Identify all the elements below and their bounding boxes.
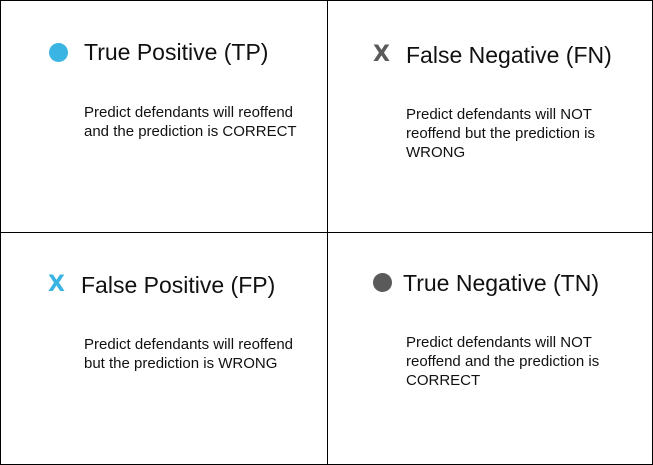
cell-title: False Negative (FN) — [406, 42, 612, 68]
circle-icon — [49, 43, 68, 62]
cell-description: Predict defendants will reoffend but the… — [84, 336, 294, 372]
cell-title: True Positive (TP) — [84, 39, 269, 65]
cell-true-negative: True Negative (TN) Predict defendants wi… — [328, 233, 653, 465]
cell-description: Predict defendants will NOT reoffend but… — [406, 106, 596, 161]
cell-false-positive: X False Positive (FP) Predict defendants… — [0, 233, 327, 465]
cell-true-positive: True Positive (TP) Predict defendants wi… — [0, 0, 327, 232]
x-icon: X — [373, 42, 390, 67]
x-icon: X — [48, 272, 65, 297]
cell-description: Predict defendants will NOT reoffend and… — [406, 334, 600, 389]
cell-title: True Negative (TN) — [403, 270, 599, 296]
cell-description: Predict defendants will reoffend and the… — [84, 104, 297, 140]
cell-false-negative: X False Negative (FN) Predict defendants… — [328, 0, 653, 232]
circle-icon — [373, 273, 392, 292]
cell-title: False Positive (FP) — [81, 272, 276, 298]
